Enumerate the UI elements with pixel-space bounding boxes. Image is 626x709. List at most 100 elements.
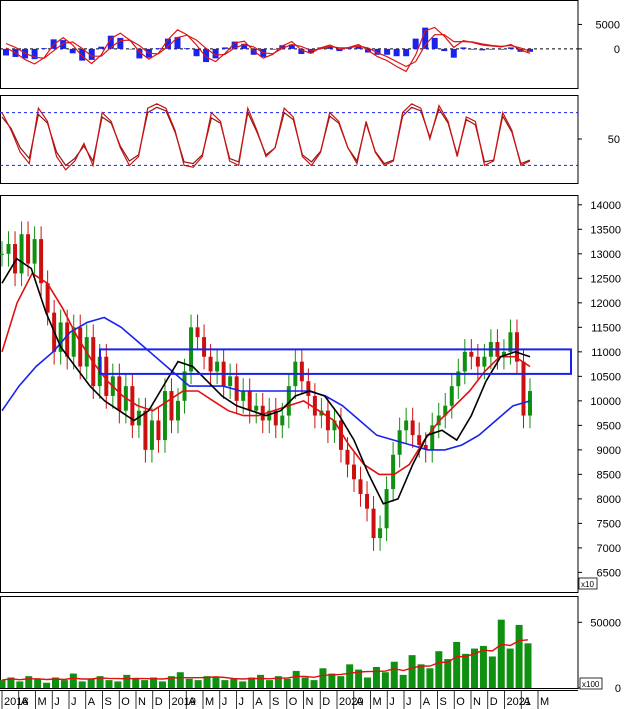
volume-bar — [390, 661, 398, 688]
histogram-bar — [98, 46, 105, 49]
histogram-bar — [193, 48, 200, 57]
month-label: O — [121, 696, 130, 708]
volume-bar — [114, 681, 122, 688]
price-candle-body — [404, 420, 409, 431]
stock-chart: 5000050140001350013000125001200011500110… — [0, 0, 626, 709]
price-candle-body — [32, 239, 37, 264]
month-label: S — [105, 696, 112, 708]
month-label: S — [440, 696, 447, 708]
volume-bar — [453, 642, 461, 688]
month-label: J — [71, 696, 77, 708]
price-candle-body — [306, 381, 311, 396]
price-candle-body — [254, 405, 259, 411]
volume-bar — [319, 668, 327, 688]
volume-bar — [43, 682, 51, 688]
price-candle-body — [482, 356, 487, 367]
price-tick-label: 11000 — [591, 347, 621, 359]
price-candle-body — [39, 239, 44, 284]
month-label: A — [88, 696, 96, 708]
month-label: M — [205, 696, 214, 708]
histogram-bar — [269, 48, 276, 50]
volume-bar — [292, 670, 300, 688]
price-candle-body — [208, 356, 213, 372]
histogram-bar — [222, 47, 229, 49]
volume-bar — [221, 680, 229, 688]
histogram-bar — [469, 48, 476, 50]
volume-bar — [301, 677, 309, 688]
histogram-bar — [155, 48, 162, 49]
month-label: J — [389, 696, 395, 708]
price-candle-body — [26, 234, 31, 264]
price-candle-body — [325, 410, 330, 431]
stoch-tick-label: 50 — [608, 134, 620, 146]
volume-bar — [230, 678, 238, 688]
price-candle-body — [182, 371, 187, 401]
volume-bar — [0, 680, 6, 688]
price-candle-body — [345, 449, 350, 465]
osc-tick-label: 5000 — [596, 19, 620, 31]
month-label: M — [38, 696, 47, 708]
histogram-bar — [117, 37, 124, 49]
month-label: O — [456, 696, 465, 708]
price-tick-label: 8000 — [597, 494, 621, 506]
price-candle-body — [475, 356, 480, 367]
volume-bar — [417, 664, 425, 688]
histogram-bar — [69, 48, 76, 54]
price-tick-label: 13000 — [590, 249, 621, 261]
volume-bar — [524, 643, 532, 688]
price-candle-body — [6, 244, 11, 254]
price-candle-body — [176, 400, 180, 421]
histogram-bar — [3, 48, 9, 56]
price-tick-label: 7500 — [597, 518, 621, 530]
volume-bar — [257, 674, 265, 688]
volume-bar — [87, 678, 95, 688]
price-unit-label: x10 — [581, 580, 594, 589]
month-label: N — [306, 696, 314, 708]
volume-bar — [283, 678, 291, 688]
price-candle-body — [156, 420, 161, 441]
volume-bar — [212, 677, 220, 688]
price-candle-body — [462, 351, 467, 372]
price-candle-body — [65, 322, 70, 357]
price-candle-body — [449, 386, 454, 406]
price-tick-label: 6500 — [597, 567, 621, 579]
price-candle-body — [280, 415, 285, 426]
month-label: A — [255, 696, 263, 708]
volume-bar — [328, 673, 336, 688]
price-candle-body — [247, 391, 252, 411]
price-tick-label: 11500 — [591, 322, 621, 334]
histogram-bar — [41, 48, 48, 49]
month-label: D — [490, 696, 498, 708]
price-candle-body — [19, 234, 24, 274]
price-candle-body — [228, 376, 233, 387]
volume-unit-label: x100 — [582, 680, 600, 689]
volume-bar — [141, 680, 149, 688]
price-tick-label: 10500 — [590, 371, 621, 383]
volume-bar — [78, 681, 86, 688]
volume-bar — [60, 680, 68, 688]
price-candle-body — [312, 395, 317, 416]
volume-bar — [364, 677, 372, 688]
price-candle-body — [352, 464, 356, 480]
month-label: N — [138, 696, 146, 708]
price-candle-body — [169, 391, 174, 421]
volume-bar — [265, 680, 273, 688]
price-candle-body — [45, 283, 50, 313]
volume-bar — [426, 668, 434, 688]
volume-bar — [497, 619, 505, 688]
month-label: J — [54, 696, 60, 708]
volume-bar — [408, 655, 416, 688]
price-candle-body — [234, 376, 239, 401]
histogram-bar — [384, 48, 391, 55]
price-tick-label: 9500 — [597, 420, 621, 432]
month-label: D — [155, 696, 163, 708]
histogram-bar — [203, 48, 210, 63]
price-tick-label: 12000 — [590, 298, 621, 310]
price-tick-label: 10000 — [590, 396, 621, 408]
volume-bar — [381, 672, 389, 688]
volume-bar — [444, 659, 452, 688]
month-label: M — [540, 696, 549, 708]
volume-bar — [435, 651, 443, 688]
volume-bar — [337, 676, 345, 688]
price-candle-body — [384, 489, 389, 529]
